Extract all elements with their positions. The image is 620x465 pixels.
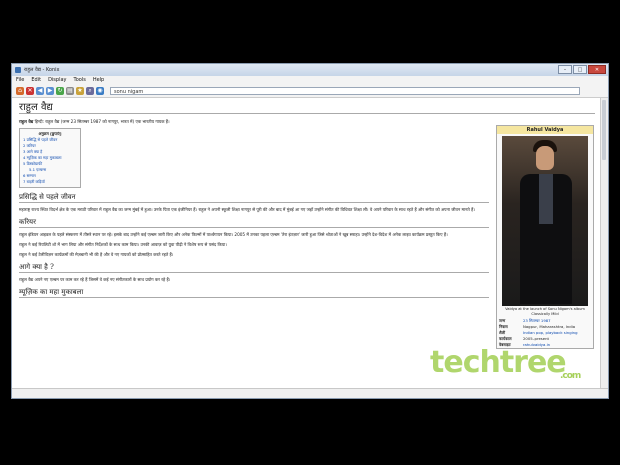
bookmark-icon[interactable]: ★ [76,86,84,95]
app-icon [15,67,21,73]
minimize-button[interactable]: – [558,65,572,74]
infobox: Rahul Vaidya Vaidya at the launch of Son… [496,125,594,349]
page-title: राहुल वैद्य [19,103,595,114]
forward-icon[interactable]: ▶ [46,86,54,95]
print-icon[interactable]: ▤ [66,86,74,95]
menu-bar: File Edit Display Tools Help [12,76,608,84]
section-paragraph: राहुल ने कई टेलीविज़न कार्यक्रमों की मेज… [19,252,174,257]
back-icon[interactable]: ◀ [36,86,44,95]
maximize-button[interactable]: □ [573,65,587,74]
menu-tools[interactable]: Tools [74,77,86,83]
toc-item[interactable]: 7 बाहरी कड़ियाँ [23,179,77,185]
watermark-main: techtree [430,345,567,380]
title-bar: राहुल वैद्य - Konix – □ ✕ [12,64,608,76]
status-bar [12,388,608,398]
globe-icon[interactable]: ◉ [96,86,104,95]
menu-display[interactable]: Display [48,77,66,83]
scrollbar-thumb[interactable] [602,100,606,160]
window-title: राहुल वैद्य - Konix [24,67,60,73]
section-heading: करियर [19,219,489,228]
intro-text: हिन्दी: राहुल वैद्य (जन्म 23 सितम्बर 198… [33,119,170,124]
section-heading: आगे क्या है ? [19,264,489,273]
watermark-logo: techtree .com [430,345,581,381]
window-controls: – □ ✕ [558,65,606,74]
section-paragraph: राहुल वैद्य अपने नए एल्बम पर काम कर रहे … [19,277,171,282]
vertical-scrollbar[interactable] [600,98,608,389]
intro-bold-name: राहुल वैद्य [19,119,34,124]
close-button[interactable]: ✕ [588,65,606,74]
section-heading: प्रसिद्धि से पहले जीवन [19,194,489,203]
section-paragraph: राहुल इंडियन आइडल के पहले संस्करण में ती… [19,232,448,237]
toolbar: ⌂ ✕ ◀ ▶ ↻ ▤ ★ ⌕ ◉ sonu nigam [12,84,608,98]
section-paragraph: महाराष्ट्र राज्य स्थित विदर्भ क्षेत्र के… [19,207,475,212]
menu-edit[interactable]: Edit [31,77,41,83]
home-icon[interactable]: ⌂ [16,86,24,95]
intro-paragraph: राहुल वैद्य हिन्दी: राहुल वैद्य (जन्म 23… [19,118,491,125]
search-icon[interactable]: ⌕ [86,86,94,95]
section-heading: म्यूज़िक का महा मुकाबला [19,289,489,298]
menu-help[interactable]: Help [93,77,104,83]
refresh-icon[interactable]: ↻ [56,86,64,95]
table-of-contents: अनुक्रम [छुपाएं] 1 प्रसिद्धि से पहले जीव… [19,128,81,188]
photo-caption: Vaidya at the launch of Sonu Nigam's alb… [505,307,585,316]
watermark-suffix: .com [560,371,581,381]
photo-face [536,146,554,170]
portrait-photo[interactable] [502,136,588,306]
photo-shirt [539,174,553,224]
infobox-title: Rahul Vaidya [497,126,593,134]
address-input[interactable]: sonu nigam [110,86,580,95]
menu-file[interactable]: File [16,77,24,83]
stop-icon[interactable]: ✕ [26,86,34,95]
section-paragraph: राहुल ने कई रियलिटी शो में भाग लिया और स… [19,242,227,247]
